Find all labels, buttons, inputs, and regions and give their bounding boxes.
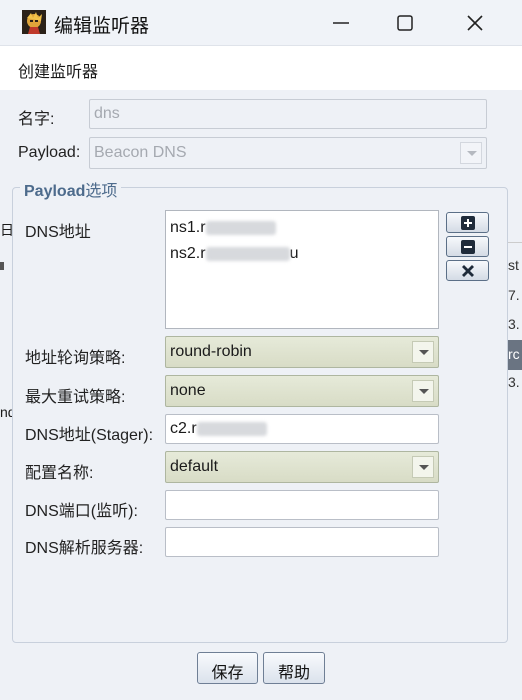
- dialog-heading: 创建监听器: [18, 64, 99, 81]
- minimize-icon: [333, 22, 349, 24]
- help-button[interactable]: 帮助: [263, 652, 325, 684]
- max-retry-dropdown-button[interactable]: [412, 380, 434, 402]
- dns-resolver-field[interactable]: [165, 527, 439, 557]
- window-title: 编辑监听器: [54, 16, 150, 37]
- title-bar: 编辑监听器: [0, 0, 522, 46]
- remove-host-button[interactable]: [446, 236, 489, 257]
- list-item[interactable]: ns2.r u: [170, 245, 298, 263]
- max-retry-select[interactable]: none: [165, 375, 439, 407]
- save-button[interactable]: 保存: [197, 652, 258, 684]
- background-scroll-arrow: [0, 262, 6, 270]
- redacted-text: [205, 220, 276, 235]
- payload-label: Payload:: [18, 144, 81, 161]
- background-text-fragment: 3.: [508, 374, 520, 390]
- minimize-button[interactable]: [318, 8, 364, 38]
- clear-hosts-button[interactable]: [446, 260, 489, 281]
- host-rotation-label: 地址轮询策略:: [25, 350, 126, 367]
- profile-dropdown-button[interactable]: [412, 456, 434, 478]
- background-text-fragment: 7.: [508, 287, 520, 303]
- background-text-fragment: 日: [0, 222, 12, 238]
- name-label: 名字:: [18, 111, 55, 128]
- chevron-down-icon: [419, 465, 429, 470]
- stager-host-label: DNS地址(Stager):: [25, 427, 154, 444]
- dns-hosts-list[interactable]: ns1.r ns2.r u: [165, 210, 439, 329]
- background-text-fragment: nd: [0, 404, 12, 420]
- background-text-fragment: 3.: [508, 316, 520, 332]
- payload-select[interactable]: Beacon DNS: [89, 137, 487, 169]
- max-retry-value: none: [170, 382, 206, 399]
- max-retry-label: 最大重试策略:: [25, 389, 126, 406]
- dns-hosts-label: DNS地址: [25, 224, 91, 241]
- redacted-text: [205, 246, 290, 261]
- close-button[interactable]: [452, 8, 498, 38]
- name-field[interactable]: dns: [89, 99, 487, 129]
- host-rotation-value: round-robin: [170, 343, 252, 360]
- add-host-button[interactable]: [446, 212, 489, 233]
- maximize-button[interactable]: [382, 8, 428, 38]
- maximize-icon: [397, 15, 413, 31]
- payload-options-title: Payload选项: [20, 177, 122, 201]
- redacted-text: [196, 421, 267, 436]
- background-selected-row: rc: [508, 340, 522, 370]
- dns-port-field[interactable]: [165, 490, 439, 520]
- dns-resolver-label: DNS解析服务器:: [25, 540, 144, 557]
- plus-icon: [461, 216, 475, 230]
- chevron-down-icon: [467, 151, 477, 156]
- minus-icon: [461, 240, 475, 254]
- host-rotation-dropdown-button[interactable]: [412, 341, 434, 363]
- profile-value: default: [170, 458, 219, 475]
- chevron-down-icon: [419, 350, 429, 355]
- profile-select[interactable]: default: [165, 451, 439, 483]
- chevron-down-icon: [419, 389, 429, 394]
- app-logo-icon: [22, 10, 46, 34]
- list-item[interactable]: ns1.r: [170, 219, 276, 237]
- clear-x-icon: [462, 265, 474, 277]
- profile-label: 配置名称:: [25, 465, 94, 482]
- stager-host-field[interactable]: c2.r: [165, 414, 439, 444]
- dialog-header: 创建监听器: [0, 46, 522, 90]
- payload-dropdown-button[interactable]: [460, 142, 482, 164]
- close-icon: [467, 15, 483, 31]
- payload-select-value: Beacon DNS: [94, 144, 187, 161]
- dns-port-label: DNS端口(监听):: [25, 503, 138, 520]
- host-rotation-select[interactable]: round-robin: [165, 336, 439, 368]
